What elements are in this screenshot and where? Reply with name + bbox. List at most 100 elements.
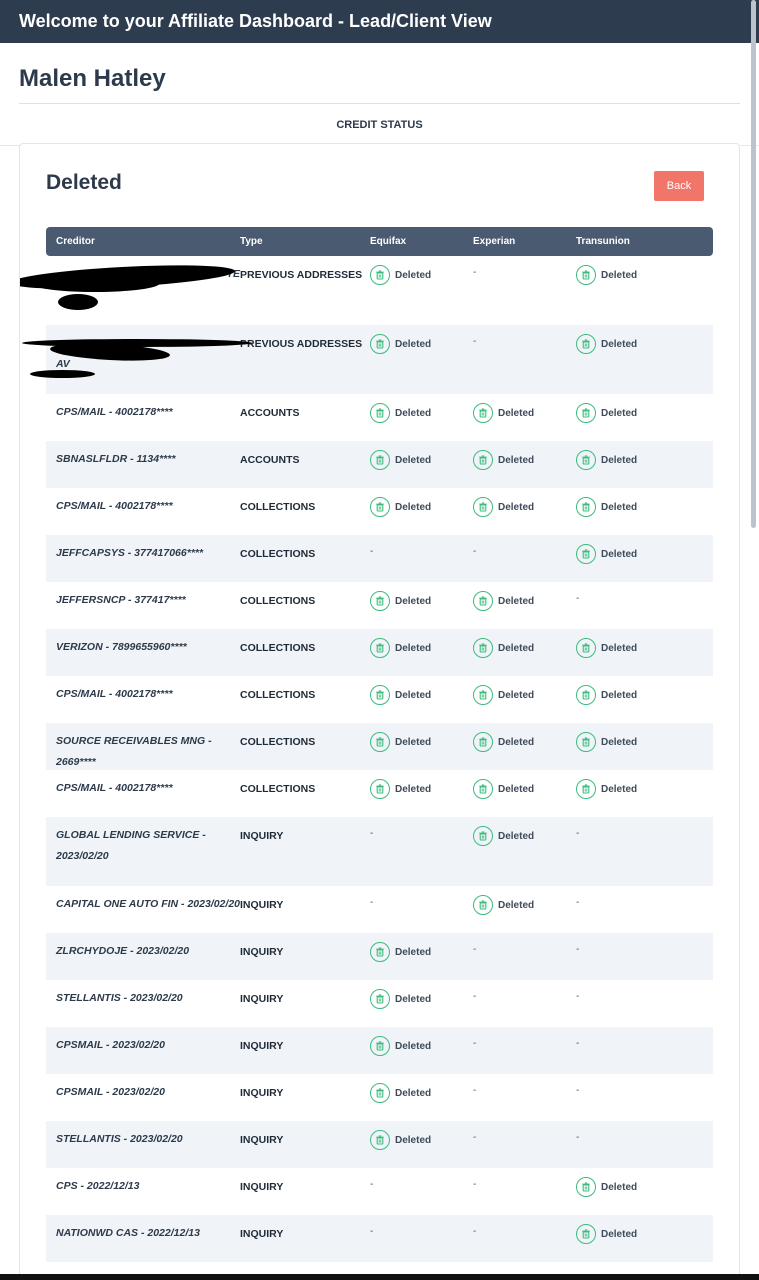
table-row: STELLANTIS - 2023/02/20 INQUIRY Deleted - -	[46, 1121, 713, 1168]
table-row: SBNASLFLDR - 1134**** ACCOUNTS Deleted Dele…	[46, 441, 713, 488]
creditor-name: CPS/MAIL - 4002178****	[56, 782, 173, 794]
deleted-status: Deleted	[473, 685, 576, 705]
experian-cell: Deleted	[473, 488, 576, 517]
type-cell: COLLECTIONS	[240, 488, 370, 514]
creditor-name: CPSMAIL - 2023/02/20	[56, 1086, 165, 1098]
trash-icon	[370, 450, 390, 470]
type-cell: INQUIRY	[240, 933, 370, 959]
experian-cell: -	[473, 980, 576, 1002]
trash-icon	[473, 638, 493, 658]
trash-icon	[576, 403, 596, 423]
status-label: Deleted	[498, 595, 535, 607]
empty-value: -	[370, 1226, 374, 1237]
deleted-status: Deleted	[473, 591, 576, 611]
table-row: JEFFERSNCP - 377417**** COLLECTIONS Delete…	[46, 582, 713, 629]
tab-credit-status[interactable]: CREDIT STATUS	[0, 104, 759, 146]
deleted-status: Deleted	[473, 826, 576, 846]
status-label: Deleted	[601, 736, 638, 748]
status-label: Deleted	[395, 642, 432, 654]
client-header: Malen Hatley	[0, 43, 759, 103]
table-row: ZLRCHYDOJE - 2023/02/20 INQUIRY Deleted - -	[46, 933, 713, 980]
table-row: GLOBAL LENDING SERVICE - 2023/02/20 INQUI…	[46, 817, 713, 886]
experian-cell: Deleted	[473, 394, 576, 423]
creditor-cell: NATIONWD CAS - 2022/12/13	[46, 1215, 240, 1244]
type-cell: INQUIRY	[240, 1215, 370, 1241]
transunion-cell: Deleted	[576, 394, 713, 423]
col-creditor: Creditor	[56, 236, 95, 247]
trash-icon	[370, 638, 390, 658]
creditor-name: STELLANTIS - 2023/02/20	[56, 992, 183, 1004]
type-label: COLLECTIONS	[240, 783, 316, 795]
trash-icon	[576, 732, 596, 752]
trash-icon	[576, 638, 596, 658]
type-cell: COLLECTIONS	[240, 770, 370, 796]
creditor-cell: SBNASLFLDR - 1134****	[46, 441, 240, 470]
trash-icon	[370, 685, 390, 705]
type-cell: PREVIOUS ADDRESSES	[240, 256, 370, 282]
experian-cell: -	[473, 1215, 576, 1237]
status-label: Deleted	[395, 689, 432, 701]
creditor-name: CPS/MAIL - 4002178****	[56, 500, 173, 512]
transunion-cell: Deleted	[576, 629, 713, 658]
deleted-status: Deleted	[370, 779, 473, 799]
creditor-cell: CPS - 2022/12/13	[46, 1168, 240, 1197]
type-label: COLLECTIONS	[240, 501, 316, 513]
type-label: COLLECTIONS	[240, 689, 316, 701]
creditor-cell: VERIZON - 7899655960****	[46, 629, 240, 658]
trash-icon	[370, 1130, 390, 1150]
transunion-cell: -	[576, 1121, 713, 1143]
creditor-name: CPS/MAIL - 4002178****	[56, 406, 173, 418]
trash-icon	[576, 334, 596, 354]
type-label: COLLECTIONS	[240, 595, 316, 607]
trash-icon	[370, 942, 390, 962]
status-label: Deleted	[395, 407, 432, 419]
creditor-cell: JEFFCAPSYS - 377417066****	[46, 535, 240, 564]
deleted-status: Deleted	[370, 638, 473, 658]
deleted-status: Deleted	[473, 403, 576, 423]
transunion-cell: Deleted	[576, 488, 713, 517]
scrollbar[interactable]	[751, 0, 756, 528]
trash-icon	[370, 732, 390, 752]
deleted-table: Creditor Type Equifax Experian Transunio…	[46, 227, 713, 1262]
status-label: Deleted	[601, 689, 638, 701]
empty-value: -	[473, 1132, 477, 1143]
deleted-status: Deleted	[473, 895, 576, 915]
empty-value: -	[473, 1226, 477, 1237]
status-label: Deleted	[498, 642, 535, 654]
transunion-cell: Deleted	[576, 1168, 713, 1197]
status-label: Deleted	[395, 269, 432, 281]
deleted-status: Deleted	[370, 450, 473, 470]
transunion-cell: -	[576, 1027, 713, 1049]
type-cell: INQUIRY	[240, 1121, 370, 1147]
equifax-cell: Deleted	[370, 676, 473, 705]
type-cell: INQUIRY	[240, 980, 370, 1006]
col-equifax: Equifax	[370, 236, 407, 247]
type-label: INQUIRY	[240, 1040, 284, 1052]
deleted-status: Deleted	[576, 1224, 713, 1244]
type-label: INQUIRY	[240, 993, 284, 1005]
table-row: CPS/MAIL - 4002178**** COLLECTIONS Deleted…	[46, 488, 713, 535]
type-label: PREVIOUS ADDRESSES	[240, 338, 363, 350]
trash-icon	[370, 403, 390, 423]
table-row: CPSMAIL - 2023/02/20 INQUIRY Deleted - -	[46, 1027, 713, 1074]
creditor-name: STELLANTIS - 2023/02/20	[56, 1133, 183, 1145]
deleted-status: Deleted	[370, 334, 473, 354]
creditor-cell: CPS/MAIL - 4002178****	[46, 488, 240, 517]
equifax-cell: Deleted	[370, 933, 473, 962]
experian-cell: -	[473, 1168, 576, 1190]
creditor-name: CPS/MAIL - 4002178****	[56, 688, 173, 700]
creditor-cell: CPS/MAIL - 4002178****	[46, 394, 240, 423]
redaction-mark	[30, 274, 160, 292]
creditor-name: SBNASLFLDR - 1134****	[56, 453, 176, 465]
empty-value: -	[370, 1179, 374, 1190]
trash-icon	[370, 591, 390, 611]
trash-icon	[576, 1177, 596, 1197]
deleted-status: Deleted	[576, 685, 713, 705]
trash-icon	[576, 497, 596, 517]
back-button[interactable]: Back	[654, 171, 704, 201]
creditor-cell: STELLANTIS - 2023/02/20	[46, 1121, 240, 1150]
table-row: SOURCE RECEIVABLES MNG - 2669**** COLLECT…	[46, 723, 713, 770]
col-transunion: Transunion	[576, 236, 630, 247]
creditor-name: CPSMAIL - 2023/02/20	[56, 1039, 165, 1051]
trash-icon	[576, 450, 596, 470]
